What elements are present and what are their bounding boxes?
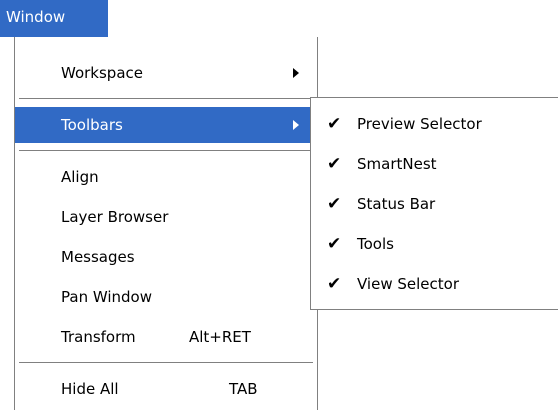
window-menu-dropdown: Workspace Toolbars Align Layer Browser M…	[14, 37, 318, 410]
menu-window-label: Window	[6, 8, 66, 26]
menu-item-label: Toolbars	[61, 116, 123, 134]
checkmark-icon: ✔	[327, 194, 342, 214]
submenu-item-view-selector[interactable]: ✔ View Selector	[311, 265, 558, 305]
submenu-item-label: SmartNest	[357, 155, 437, 173]
menu-item-shortcut: Alt+RET	[189, 328, 251, 346]
menu-item-label: Align	[61, 168, 99, 186]
menu-item-pan-window[interactable]: Pan Window	[15, 279, 317, 315]
submenu-item-status-bar[interactable]: ✔ Status Bar	[311, 185, 558, 225]
menu-item-label: Layer Browser	[61, 208, 169, 226]
menu-item-hide-all[interactable]: Hide All TAB	[15, 371, 317, 407]
checkmark-icon: ✔	[327, 234, 342, 254]
submenu-item-preview-selector[interactable]: ✔ Preview Selector	[311, 105, 558, 145]
submenu-item-label: Status Bar	[357, 195, 436, 213]
menu-item-label: Pan Window	[61, 288, 152, 306]
checkmark-icon: ✔	[327, 154, 342, 174]
menu-item-workspace[interactable]: Workspace	[15, 55, 317, 91]
submenu-item-label: Preview Selector	[357, 115, 482, 133]
submenu-item-label: Tools	[357, 235, 394, 253]
toolbars-submenu: ✔ Preview Selector ✔ SmartNest ✔ Status …	[310, 97, 558, 310]
menu-item-label: Workspace	[61, 64, 143, 82]
menu-item-shortcut: TAB	[229, 380, 258, 398]
menu-item-label: Hide All	[61, 380, 119, 398]
checkmark-icon: ✔	[327, 114, 342, 134]
menu-separator	[19, 150, 313, 152]
checkmark-icon: ✔	[327, 274, 342, 294]
menu-item-layer-browser[interactable]: Layer Browser	[15, 199, 317, 235]
submenu-item-smartnest[interactable]: ✔ SmartNest	[311, 145, 558, 185]
menu-window[interactable]: Window	[0, 0, 108, 37]
menu-item-toolbars[interactable]: Toolbars	[15, 107, 317, 143]
submenu-arrow-icon	[293, 68, 299, 78]
submenu-item-label: View Selector	[357, 275, 459, 293]
submenu-item-tools[interactable]: ✔ Tools	[311, 225, 558, 265]
menu-separator	[19, 362, 313, 364]
menu-item-messages[interactable]: Messages	[15, 239, 317, 275]
menu-item-align[interactable]: Align	[15, 159, 317, 195]
menu-separator	[19, 98, 313, 100]
menu-item-transform[interactable]: Transform Alt+RET	[15, 319, 317, 355]
menu-item-label: Messages	[61, 248, 135, 266]
submenu-arrow-icon	[293, 120, 299, 130]
menu-item-label: Transform	[61, 328, 136, 346]
